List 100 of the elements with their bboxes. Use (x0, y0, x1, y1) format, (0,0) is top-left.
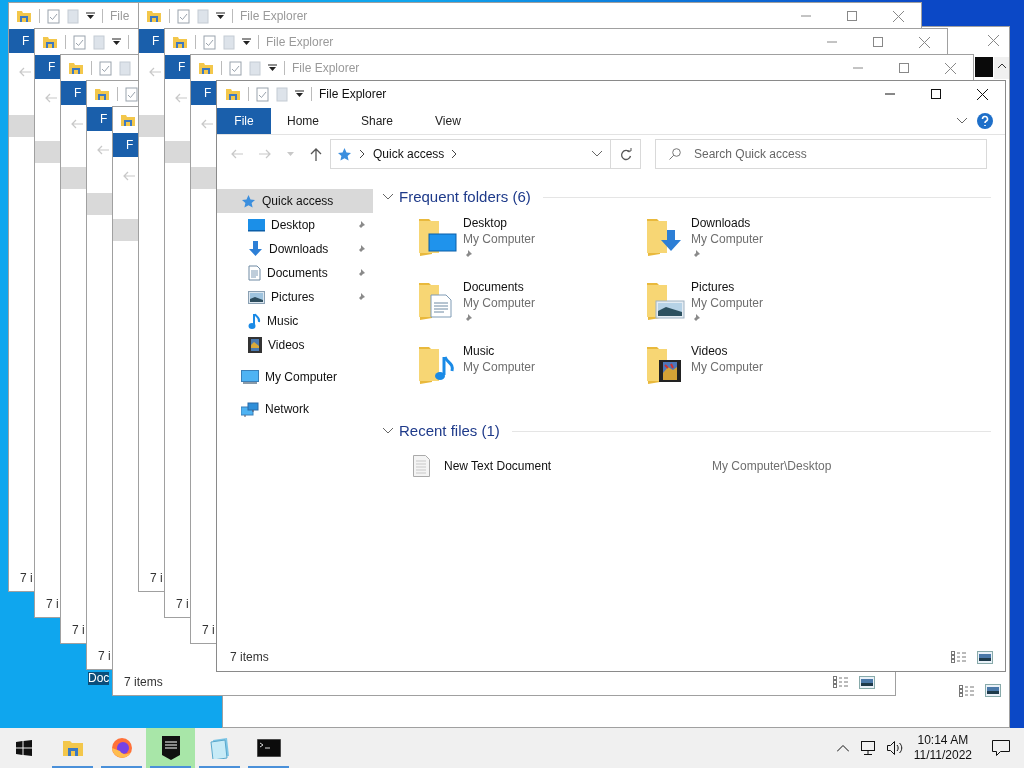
ribbon-tab[interactable]: View (419, 107, 477, 134)
collapse-chevron-icon[interactable] (383, 194, 393, 200)
text-document-icon (413, 455, 430, 477)
preview-pane (975, 57, 993, 77)
nav-item[interactable]: Quick access (217, 189, 373, 213)
nav-item[interactable]: My Computer (217, 365, 373, 389)
star-icon (337, 146, 352, 162)
status-text: 7 items (230, 649, 269, 666)
folder-icon (120, 113, 136, 127)
section-header[interactable]: Recent files (1) (399, 419, 500, 443)
network-icon[interactable] (860, 741, 877, 755)
nav-item[interactable]: Desktop (217, 213, 373, 237)
file-row[interactable]: New Text Document My Computer\Desktop (413, 453, 991, 479)
folder-tile[interactable]: Downloads My Computer (645, 215, 873, 279)
folder-tile[interactable]: Music My Computer (417, 343, 645, 407)
new-folder-icon (197, 8, 209, 24)
new-folder-icon (249, 60, 261, 76)
collapse-chevron-icon[interactable] (592, 151, 602, 157)
folder-icon (198, 61, 214, 75)
window-title: File Explorer (292, 60, 360, 77)
details-view-icon[interactable] (951, 651, 967, 663)
windows-logo-icon (16, 740, 32, 756)
folder-tile[interactable]: Videos My Computer (645, 343, 873, 407)
properties-icon (203, 34, 216, 50)
window-title: File Explorer (319, 86, 387, 103)
selected-row (165, 141, 191, 163)
shield-logo-icon (161, 736, 180, 760)
firefox-icon (110, 737, 133, 759)
nav-item[interactable]: Pictures (217, 285, 373, 309)
clock[interactable]: 10:14 AM 11/11/2022 (907, 733, 978, 763)
nav-item[interactable]: Music (217, 309, 373, 333)
partial-tab[interactable]: F (35, 55, 61, 79)
ribbon-tab[interactable]: Share (345, 107, 410, 134)
section-header[interactable]: Frequent folders (6) (399, 185, 531, 209)
large-icons-view-icon[interactable] (977, 650, 993, 664)
refresh-button[interactable] (611, 139, 641, 169)
selected-row (61, 167, 87, 189)
dropdown-icon (86, 12, 95, 20)
folder-tile[interactable]: Pictures My Computer (645, 279, 873, 343)
network-icon (241, 401, 259, 417)
dropdown-icon (216, 12, 225, 20)
maximize-icon (899, 63, 909, 73)
scrollbar[interactable] (994, 57, 1009, 79)
search-field[interactable]: Search Quick access (655, 139, 987, 169)
properties-icon (177, 8, 190, 24)
desktop-icon-label[interactable]: Doc (88, 672, 110, 685)
desktop-icon (248, 218, 265, 232)
large-icons-view-icon[interactable] (859, 675, 875, 689)
nav-item[interactable]: Downloads (217, 237, 373, 261)
computer-icon (241, 369, 259, 385)
refresh-icon (619, 147, 632, 161)
partial-tab[interactable]: F (191, 81, 217, 105)
folder-icon (172, 35, 188, 49)
details-view-icon[interactable] (959, 684, 975, 697)
nav-item[interactable]: Documents (217, 261, 373, 285)
status-text: 7 i (176, 596, 189, 613)
folder-icon (94, 87, 110, 101)
ribbon-tab[interactable]: Home (271, 107, 335, 134)
notepad-icon (209, 737, 230, 759)
selected-row (191, 167, 217, 189)
ribbon-tab[interactable]: File (217, 107, 271, 134)
folder-icon (16, 9, 32, 23)
collapse-chevron-icon[interactable] (383, 428, 393, 434)
address-bar[interactable]: Quick access (330, 139, 611, 169)
folder-tile[interactable]: Desktop My Computer (417, 215, 645, 279)
close-icon[interactable] (988, 35, 999, 46)
up-arrow-icon[interactable] (310, 147, 322, 161)
properties-icon (229, 60, 242, 76)
collapse-chevron-icon[interactable] (957, 117, 967, 124)
taskbar-app[interactable] (146, 728, 195, 768)
folder-icon (146, 9, 162, 23)
nav-item[interactable]: Videos (217, 333, 373, 357)
selected-row (35, 141, 61, 163)
nav-item[interactable]: Network (217, 397, 373, 421)
folder-tile[interactable]: Documents My Computer (417, 279, 645, 343)
dropdown-icon (268, 64, 277, 72)
maximize-icon (873, 37, 883, 47)
properties-icon (99, 60, 112, 76)
properties-icon (73, 34, 86, 50)
close-icon (976, 88, 988, 100)
partial-tab[interactable]: F (87, 107, 113, 131)
properties-icon (47, 8, 60, 24)
dropdown-icon (295, 90, 304, 98)
document-icon (248, 265, 261, 281)
partial-tab[interactable]: F (113, 133, 139, 157)
selected-row (113, 219, 139, 241)
help-icon[interactable] (977, 112, 993, 129)
large-icons-view-icon[interactable] (985, 684, 1001, 697)
details-view-icon[interactable] (833, 676, 849, 688)
music-note-icon (248, 312, 261, 330)
partial-tab[interactable]: F (139, 29, 165, 53)
volume-icon[interactable] (886, 741, 903, 755)
breadcrumb[interactable]: Quick access (373, 145, 445, 163)
partial-tab[interactable]: F (165, 55, 191, 79)
partial-tab[interactable]: F (9, 29, 35, 53)
maximize-icon (931, 89, 941, 99)
selected-row (9, 115, 35, 137)
partial-tab[interactable]: F (61, 81, 87, 105)
status-text: 7 i (98, 648, 111, 665)
show-hidden-icons-icon[interactable] (836, 744, 849, 752)
